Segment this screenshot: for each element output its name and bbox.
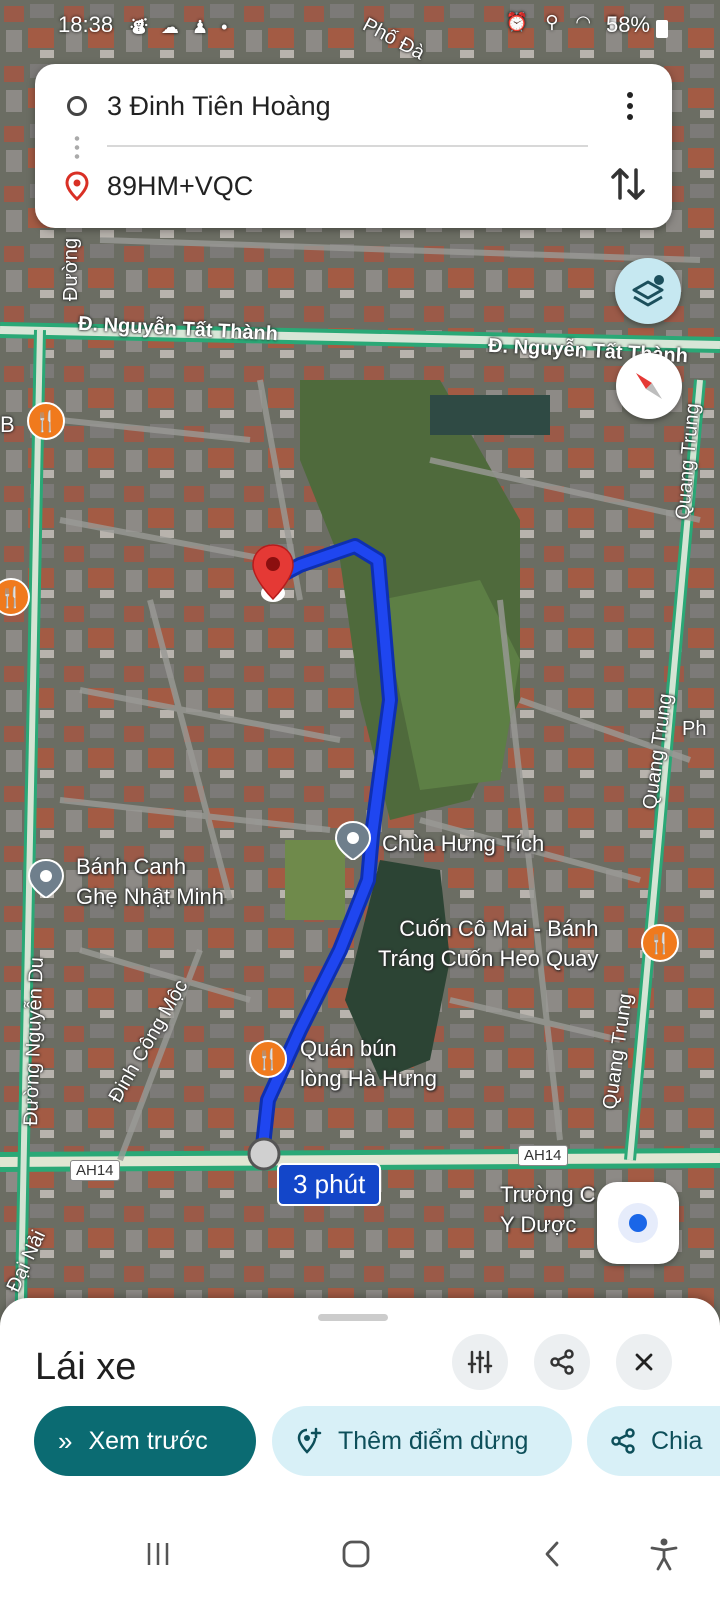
- accessibility-icon: [650, 1538, 678, 1571]
- layers-button[interactable]: [615, 258, 681, 324]
- route-options-button[interactable]: [452, 1334, 508, 1390]
- share-icon: [611, 1428, 635, 1454]
- layers-icon: [632, 275, 664, 307]
- place-pin-icon[interactable]: [333, 820, 373, 860]
- origin-field[interactable]: 3 Đinh Tiên Hoàng: [107, 91, 331, 122]
- system-nav-bar: [0, 1508, 720, 1600]
- back-button[interactable]: [532, 1536, 572, 1572]
- drag-handle[interactable]: [318, 1314, 388, 1321]
- my-location-icon: [618, 1203, 658, 1243]
- share-chip-label: Chia: [651, 1426, 703, 1455]
- back-icon: [545, 1541, 559, 1567]
- origin-circle-icon: [67, 96, 87, 116]
- destination-pin-icon[interactable]: [249, 543, 297, 607]
- share-icon: [550, 1349, 574, 1375]
- tune-icon: [467, 1350, 493, 1374]
- battery-level: 58%: [605, 12, 650, 37]
- highway-shield: AH14: [518, 1145, 568, 1166]
- share-chip-button[interactable]: Chia: [587, 1406, 720, 1476]
- close-button[interactable]: [616, 1334, 672, 1390]
- my-location-button[interactable]: [597, 1182, 679, 1264]
- close-icon: [635, 1353, 653, 1371]
- restaurant-icon[interactable]: 🍴: [27, 402, 65, 440]
- battery-icon: [656, 20, 668, 38]
- directions-sheet: Lái xe » Xem trước Thêm điểm dừng Chia: [0, 1298, 720, 1508]
- home-button[interactable]: [336, 1536, 376, 1572]
- accessibility-button[interactable]: [644, 1536, 684, 1572]
- compass-icon: [636, 373, 662, 399]
- restaurant-icon[interactable]: 🍴: [249, 1040, 287, 1078]
- place-label[interactable]: Bánh Canh Ghẹ Nhật Minh: [76, 852, 224, 912]
- share-button[interactable]: [534, 1334, 590, 1390]
- divider: [107, 145, 588, 147]
- compass-button[interactable]: [616, 353, 682, 419]
- swap-icon[interactable]: [608, 162, 648, 206]
- status-bar: 18:38 ⛇ ☁ ♟ • ⏰ ⚲ ◠ ▮ 58%: [0, 0, 720, 52]
- travel-time-badge[interactable]: 3 phút: [277, 1163, 382, 1206]
- street-label: Ph: [682, 718, 707, 740]
- place-label[interactable]: Cuốn Cô Mai - Bánh Tráng Cuốn Heo Quay: [378, 914, 599, 974]
- travel-mode-title: Lái xe: [35, 1346, 137, 1388]
- location-pin-icon: [65, 171, 89, 201]
- street-label: B: [0, 412, 15, 437]
- place-pin-icon[interactable]: [26, 858, 66, 898]
- highway-shield: AH14: [70, 1160, 120, 1181]
- recent-apps-icon: [147, 1543, 169, 1565]
- preview-label: Xem trước: [88, 1426, 208, 1455]
- home-icon: [342, 1540, 370, 1568]
- double-chevron-icon: »: [58, 1425, 73, 1456]
- preview-button[interactable]: » Xem trước: [34, 1406, 256, 1476]
- street-label: Đường: [60, 237, 83, 302]
- recent-apps-button[interactable]: [138, 1536, 178, 1572]
- place-label[interactable]: Chùa Hưng Tích: [382, 829, 544, 859]
- restaurant-icon[interactable]: 🍴: [641, 924, 679, 962]
- destination-row[interactable]: 89HM+VQC: [35, 156, 672, 216]
- route-search-card: 3 Đinh Tiên Hoàng 89HM+VQC: [35, 64, 672, 228]
- origin-row[interactable]: 3 Đinh Tiên Hoàng: [35, 76, 672, 136]
- add-location-icon: [297, 1427, 322, 1454]
- status-time: 18:38: [58, 12, 114, 37]
- more-options-button[interactable]: [618, 88, 642, 124]
- add-stop-label: Thêm điểm dừng: [338, 1426, 529, 1455]
- notification-icons: ⛇ ☁ ♟ •: [130, 17, 232, 37]
- add-stop-button[interactable]: Thêm điểm dừng: [272, 1406, 572, 1476]
- place-label[interactable]: Quán bún lòng Hà Hưng: [300, 1034, 437, 1094]
- destination-field[interactable]: 89HM+VQC: [107, 171, 253, 202]
